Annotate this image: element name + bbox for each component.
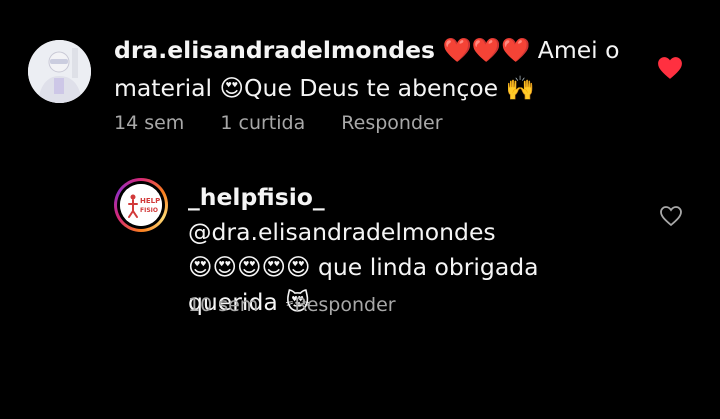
- reply-button[interactable]: Responder: [294, 294, 395, 316]
- comment-age: 14 sem: [114, 112, 185, 134]
- avatar-photo: [28, 40, 91, 103]
- story-ring-avatar[interactable]: HELP FISIO: [114, 178, 168, 232]
- reply-button[interactable]: Responder: [341, 112, 442, 134]
- logo-text-help: HELP: [140, 197, 160, 205]
- reply-mention[interactable]: @dra.elisandradelmondes: [188, 218, 496, 246]
- avatar[interactable]: [28, 40, 91, 103]
- heart-outline-icon[interactable]: [659, 205, 683, 227]
- comment-text-line2: material 😍Que Deus te abençoe 🙌: [114, 74, 535, 102]
- reply-username[interactable]: _helpfisio_: [188, 183, 325, 211]
- reply-age: 10 sem: [188, 294, 259, 316]
- reply-item: HELP FISIO _helpfisio_ @dra.elisandradel…: [0, 160, 720, 360]
- comment-likes-count[interactable]: 1 curtida: [220, 112, 305, 134]
- comment-meta: 14 sem 1 curtida Responder: [114, 112, 443, 134]
- comment-username[interactable]: dra.elisandradelmondes: [114, 36, 435, 64]
- comment-text: dra.elisandradelmondes ❤️❤️❤️ Amei o mat…: [114, 31, 634, 107]
- comment-text-line1: ❤️❤️❤️ Amei o: [442, 36, 620, 64]
- svg-text:FISIO: FISIO: [140, 207, 158, 214]
- comment-item: dra.elisandradelmondes ❤️❤️❤️ Amei o mat…: [0, 0, 720, 160]
- reply-text-line2: 😍😍😍😍😍 que linda obrigada: [188, 253, 539, 281]
- heart-icon[interactable]: [657, 56, 683, 80]
- avatar: HELP FISIO: [120, 184, 162, 226]
- reply-meta: 10 sem Responder: [188, 294, 396, 316]
- helpfisio-logo-icon: HELP FISIO: [120, 184, 162, 226]
